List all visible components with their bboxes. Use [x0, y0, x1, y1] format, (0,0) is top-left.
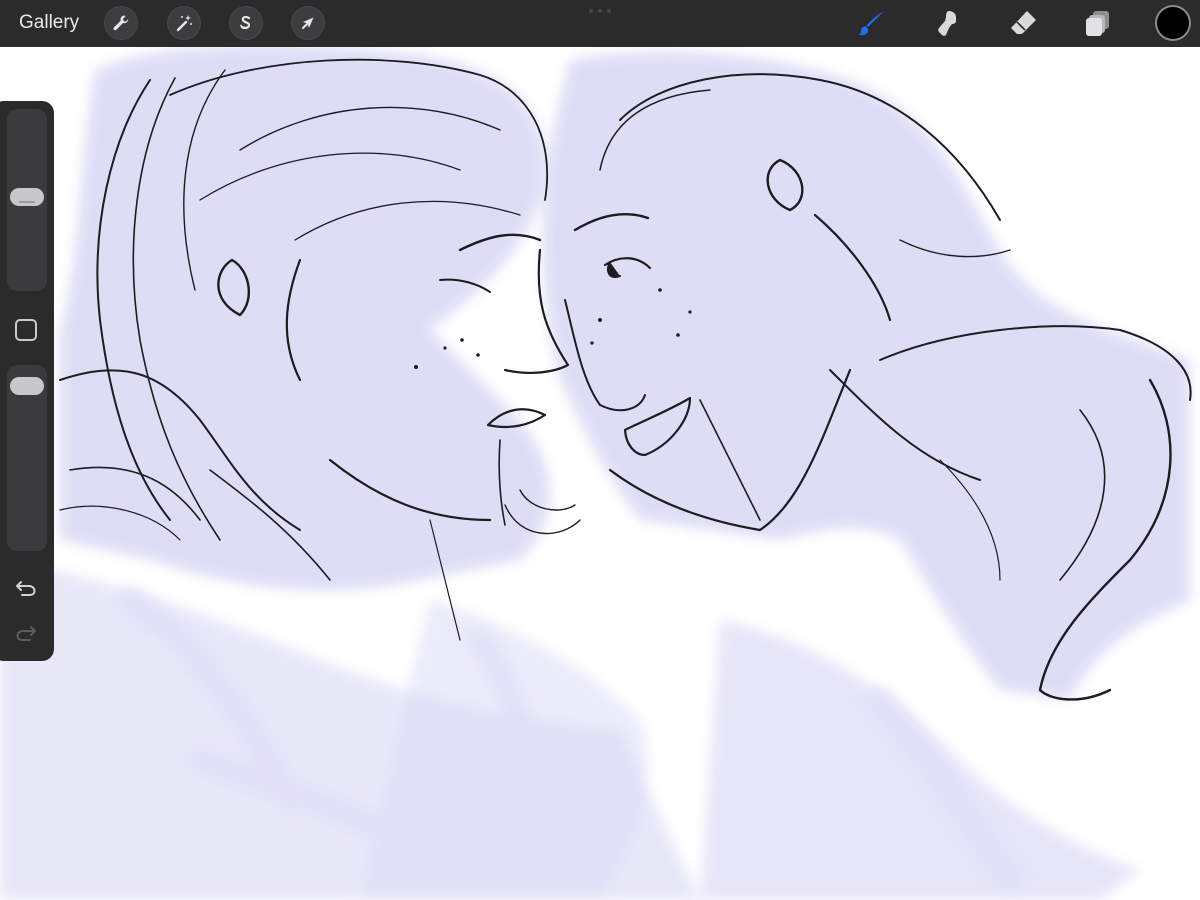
brush-icon — [858, 11, 884, 36]
wrench-icon — [113, 15, 129, 31]
actions-button[interactable] — [104, 6, 138, 40]
eraser-tool-button[interactable] — [1007, 7, 1039, 39]
transform-button[interactable] — [291, 6, 325, 40]
undo-button[interactable] — [13, 576, 39, 600]
smudge-tool-button[interactable] — [931, 7, 963, 39]
color-picker-button[interactable] — [1157, 7, 1189, 39]
brush-size-slider[interactable] — [7, 109, 47, 291]
layers-icon — [1086, 11, 1109, 36]
modify-button[interactable] — [15, 319, 37, 341]
underpaint-layer — [0, 45, 1190, 900]
drawing-canvas[interactable] — [0, 45, 1200, 900]
adjustments-button[interactable] — [167, 6, 201, 40]
magic-wand-icon — [176, 15, 192, 32]
redo-icon — [16, 626, 36, 641]
undo-icon — [16, 581, 36, 596]
layers-button[interactable] — [1082, 7, 1114, 39]
arrow-cursor-icon — [302, 17, 314, 29]
canvas-artwork — [0, 45, 1192, 900]
brush-size-thumb[interactable] — [10, 187, 44, 206]
eraser-icon — [1011, 11, 1036, 34]
opacity-thumb[interactable] — [10, 377, 44, 396]
procreate-app: Gallery — [0, 0, 1200, 900]
gallery-button[interactable]: Gallery — [19, 11, 79, 35]
smudge-icon — [938, 11, 956, 36]
top-toolbar: Gallery — [0, 0, 1200, 47]
opacity-slider[interactable] — [7, 365, 47, 551]
left-sidebar — [0, 101, 54, 661]
selection-button[interactable] — [229, 6, 263, 40]
brush-tool-button[interactable] — [856, 7, 888, 39]
selection-icon — [240, 15, 251, 30]
toolbar-grabber[interactable] — [589, 8, 613, 14]
redo-button[interactable] — [13, 621, 39, 645]
